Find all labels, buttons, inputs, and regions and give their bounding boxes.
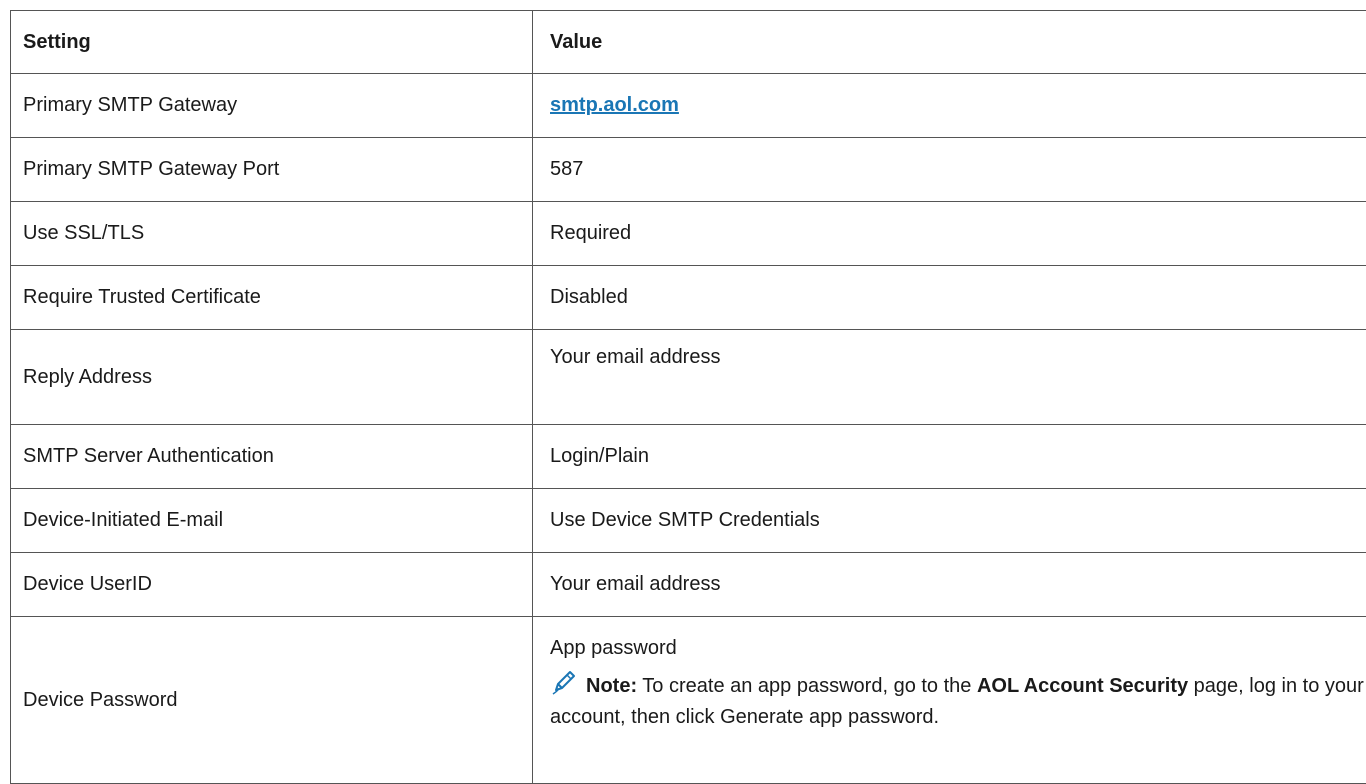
note-label: Note:: [586, 675, 637, 697]
aol-account-security-link[interactable]: AOL Account Security: [977, 675, 1188, 697]
value-cell: Login/Plain: [533, 425, 1366, 489]
value-cell: Your email address: [533, 330, 1366, 425]
note: Note: To create an app password, go to t…: [550, 668, 1366, 733]
value-cell: Your email address: [533, 553, 1366, 617]
table-row: Device Password App password Note: To cr…: [11, 617, 1366, 784]
setting-cell: Primary SMTP Gateway Port: [11, 138, 533, 202]
table-row: Primary SMTP Gateway smtp.aol.com: [11, 74, 1366, 138]
setting-cell: Device-Initiated E-mail: [11, 489, 533, 553]
setting-cell: Device Password: [11, 617, 533, 784]
value-cell: App password Note: To create an app pass…: [533, 617, 1366, 784]
smtp-gateway-link[interactable]: smtp.aol.com: [550, 94, 679, 116]
app-password-value: App password: [550, 633, 1366, 664]
value-cell: Disabled: [533, 266, 1366, 330]
table-row: Use SSL/TLS Required: [11, 202, 1366, 266]
settings-table: Setting Value Primary SMTP Gateway smtp.…: [10, 10, 1366, 784]
value-cell: Required: [533, 202, 1366, 266]
table-row: Device UserID Your email address: [11, 553, 1366, 617]
value-cell: 587: [533, 138, 1366, 202]
table-row: Require Trusted Certificate Disabled: [11, 266, 1366, 330]
table-row: Device-Initiated E-mail Use Device SMTP …: [11, 489, 1366, 553]
table-row: Reply Address Your email address: [11, 330, 1366, 425]
setting-cell: Reply Address: [11, 330, 533, 425]
setting-cell: SMTP Server Authentication: [11, 425, 533, 489]
setting-cell: Require Trusted Certificate: [11, 266, 533, 330]
table-row: SMTP Server Authentication Login/Plain: [11, 425, 1366, 489]
table-header-row: Setting Value: [11, 11, 1366, 74]
value-cell: Use Device SMTP Credentials: [533, 489, 1366, 553]
header-setting: Setting: [11, 11, 533, 74]
setting-cell: Device UserID: [11, 553, 533, 617]
setting-cell: Primary SMTP Gateway: [11, 74, 533, 138]
value-cell: smtp.aol.com: [533, 74, 1366, 138]
header-value: Value: [533, 11, 1366, 74]
setting-cell: Use SSL/TLS: [11, 202, 533, 266]
pencil-icon: [550, 668, 578, 696]
table-row: Primary SMTP Gateway Port 587: [11, 138, 1366, 202]
note-text-before: To create an app password, go to the: [637, 675, 977, 697]
